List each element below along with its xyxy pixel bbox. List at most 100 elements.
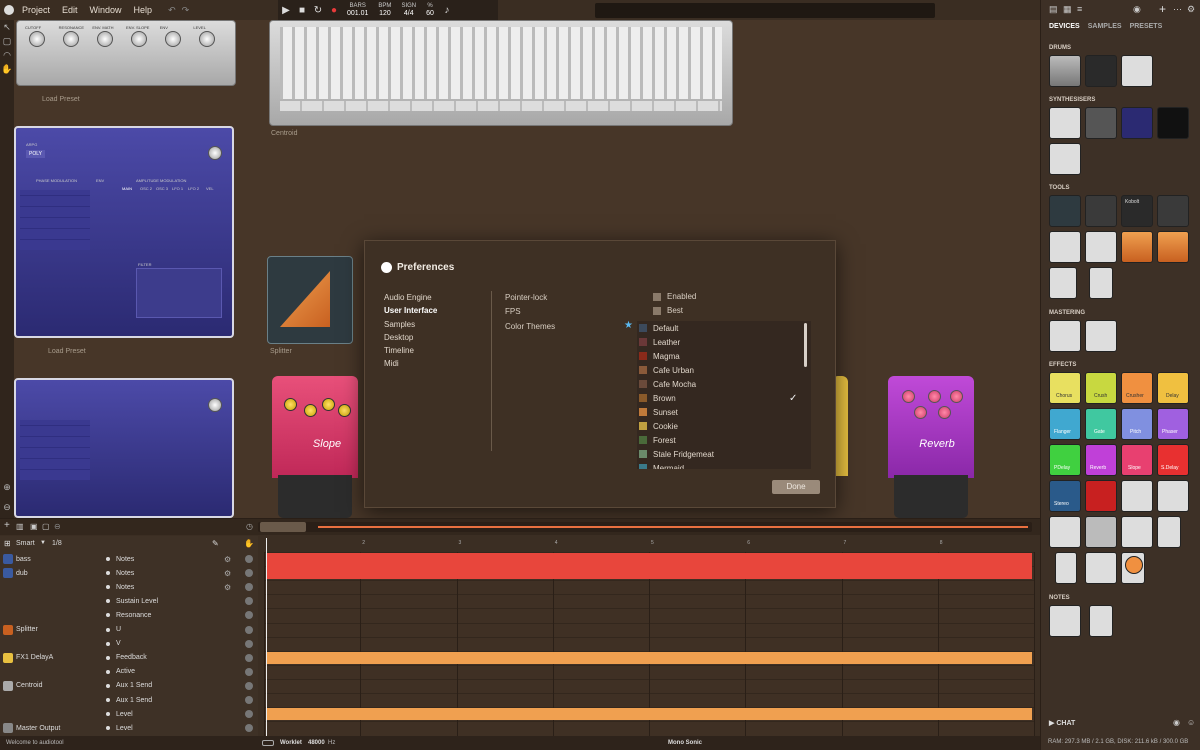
track-remove-icon[interactable] — [245, 583, 253, 592]
percent-readout[interactable]: % 60 — [426, 3, 434, 17]
effect-tile-18[interactable] — [1085, 516, 1117, 548]
favorite-star-icon[interactable]: ★ — [624, 320, 633, 331]
automation-clip[interactable] — [266, 708, 1032, 721]
effect-tile-16[interactable] — [1157, 480, 1189, 512]
centroid-mixer[interactable] — [269, 20, 733, 126]
track-remove-icon[interactable] — [245, 667, 253, 676]
splitter-device[interactable] — [267, 256, 353, 344]
pencil-tool-icon[interactable]: ✎ — [212, 539, 219, 548]
pointer-lock-value[interactable]: Enabled — [653, 292, 696, 301]
track-remove-icon[interactable] — [245, 555, 253, 563]
env-math-knob[interactable] — [97, 31, 113, 47]
slope-knob-3[interactable] — [322, 398, 335, 411]
grid-icon[interactable]: ▦ — [1063, 4, 1072, 15]
effect-pitch[interactable]: Pitch — [1121, 408, 1153, 440]
effect-tile-17[interactable] — [1049, 516, 1081, 548]
synth-volume-knob[interactable] — [208, 146, 222, 160]
filter-device[interactable]: CUTOFF RESONANCE ENV. MATH ENV. SLOPE EN… — [16, 20, 236, 86]
automation-view-icon[interactable]: ▣ — [30, 522, 38, 531]
metronome-icon[interactable]: ♪ — [439, 5, 455, 16]
synth-tile-3[interactable] — [1121, 107, 1153, 139]
minimize-icon[interactable]: ⊖ — [54, 522, 61, 531]
tab-devices[interactable]: DEVICES — [1049, 23, 1080, 30]
theme-option[interactable]: Default — [637, 321, 811, 335]
theme-option[interactable]: Cafe Mocha — [637, 377, 811, 391]
track-row[interactable]: Master Output Level — [0, 721, 258, 735]
slope-knob-4[interactable] — [338, 404, 351, 417]
tab-samples[interactable]: SAMPLES — [1088, 23, 1122, 30]
splitter-pad[interactable] — [280, 271, 330, 327]
track-settings-icon[interactable]: ⚙ — [224, 583, 231, 592]
hand-tool-icon[interactable]: ✋ — [0, 62, 14, 76]
track-row[interactable]: Active — [0, 665, 258, 679]
overview-window[interactable] — [260, 522, 306, 532]
pointer-tool-icon[interactable]: ↖ — [0, 20, 14, 34]
tool-tile-kobolt[interactable]: Kobolt — [1121, 195, 1153, 227]
play-icon[interactable]: ▶ — [278, 5, 294, 16]
effect-pdelay[interactable]: PDelay — [1049, 444, 1081, 476]
chat-toggle[interactable]: ▶ CHAT — [1049, 719, 1075, 727]
clip-view-icon[interactable]: ▢ — [42, 522, 50, 531]
track-settings-icon[interactable]: ⚙ — [224, 555, 231, 564]
track-row[interactable]: dub Notes ⚙ — [0, 566, 258, 580]
track-remove-icon[interactable] — [245, 639, 253, 648]
resonance-knob[interactable] — [63, 31, 79, 47]
effect-crusher[interactable]: Crusher — [1121, 372, 1153, 404]
app-logo-icon[interactable] — [4, 5, 14, 15]
notes-tile-2[interactable] — [1089, 605, 1113, 637]
hand-seq-icon[interactable]: ✋ — [244, 539, 254, 548]
nav-user-interface[interactable]: User Interface — [384, 306, 437, 315]
notes-tile-1[interactable] — [1049, 605, 1081, 637]
effect-tile-24[interactable] — [1125, 556, 1143, 574]
overview-scroller[interactable] — [258, 522, 1032, 532]
slope-footswitch[interactable] — [278, 475, 352, 518]
zoom-out-icon[interactable]: ⊖ — [0, 500, 14, 514]
mastering-tile-1[interactable] — [1049, 320, 1081, 352]
track-remove-icon[interactable] — [245, 724, 253, 733]
snap-mode-select[interactable]: Smart — [16, 540, 35, 547]
effect-crush[interactable]: Crush — [1085, 372, 1117, 404]
add-track-icon[interactable]: + — [4, 520, 10, 531]
drum-tile-3[interactable] — [1121, 55, 1153, 87]
effect-sdelay[interactable]: S.Delay — [1157, 444, 1189, 476]
effect-tile-19[interactable] — [1121, 516, 1153, 548]
mastering-tile-2[interactable] — [1085, 320, 1117, 352]
track-remove-icon[interactable] — [245, 611, 253, 620]
track-row[interactable]: Resonance — [0, 608, 258, 622]
synth-mod-matrix[interactable] — [20, 190, 90, 250]
effect-stereo[interactable]: Stereo — [1049, 480, 1081, 512]
audio-engine-toggle-icon[interactable] — [262, 740, 274, 746]
mixer-channel-strip[interactable] — [280, 101, 722, 111]
settings-icon[interactable]: ⚙ — [1187, 4, 1195, 15]
theme-option[interactable]: Leather — [637, 335, 811, 349]
track-remove-icon[interactable] — [245, 569, 253, 578]
synth-filter-display[interactable] — [136, 268, 222, 318]
track-row[interactable]: bass Notes ⚙ — [0, 552, 258, 566]
menu-window[interactable]: Window — [90, 5, 122, 15]
mixer-faders[interactable] — [280, 27, 722, 99]
reverb-knob-1[interactable] — [902, 390, 915, 403]
nav-samples[interactable]: Samples — [384, 320, 415, 329]
reverb-knob-2[interactable] — [928, 390, 941, 403]
synth-device-1[interactable]: ARPG POLY PHASE MODULATION ENV AMPLITUDE… — [14, 126, 234, 338]
tool-tile-6[interactable] — [1085, 231, 1117, 263]
mixer-view-icon[interactable]: ▥ — [16, 522, 24, 531]
nav-desktop[interactable]: Desktop — [384, 333, 413, 342]
theme-list[interactable]: Default Leather Magma Cafe Urban Cafe Mocha B… — [637, 321, 811, 469]
nav-timeline[interactable]: Timeline — [384, 346, 414, 355]
bars-readout[interactable]: BARS 001.01 — [347, 3, 368, 17]
effect-chorus[interactable]: Chorus — [1049, 372, 1081, 404]
tool-tile-1[interactable] — [1049, 195, 1081, 227]
synth-tile-1[interactable] — [1049, 107, 1081, 139]
tab-presets[interactable]: PRESETS — [1130, 23, 1163, 30]
drum-tile-1[interactable] — [1049, 55, 1081, 87]
fps-value[interactable]: Best — [653, 306, 683, 315]
track-settings-icon[interactable]: ⚙ — [224, 569, 231, 578]
track-remove-icon[interactable] — [245, 625, 253, 634]
theme-option[interactable]: Brown ✓ — [637, 391, 811, 405]
zoom-in-icon[interactable]: ⊕ — [0, 480, 14, 494]
level-knob[interactable] — [199, 31, 215, 47]
synth-mod-matrix-2[interactable] — [20, 420, 90, 480]
share-icon[interactable]: ⋯ — [1173, 4, 1182, 15]
theme-option[interactable]: Cookie — [637, 419, 811, 433]
